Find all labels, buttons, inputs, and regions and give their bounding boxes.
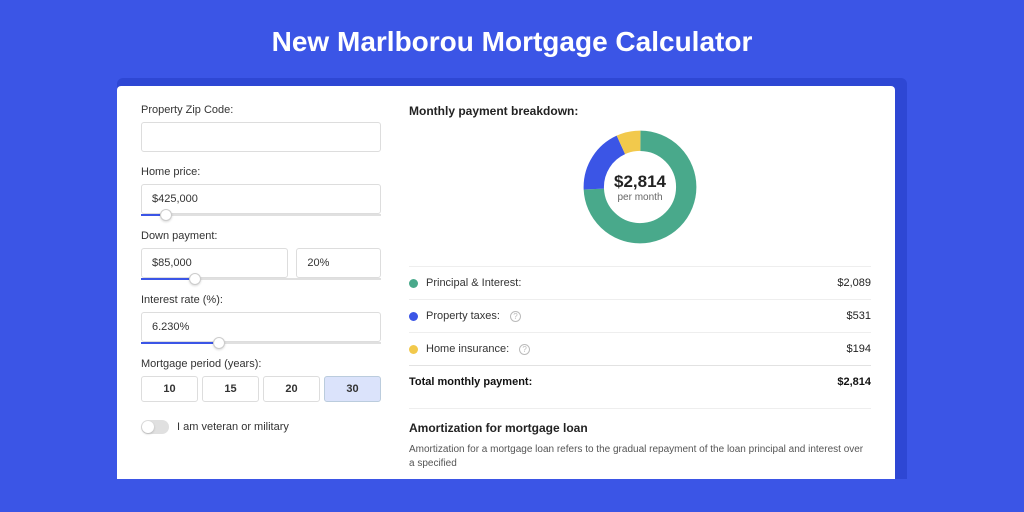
period-20-button[interactable]: 20 [263, 376, 320, 402]
info-icon[interactable]: ? [510, 311, 521, 322]
form-column: Property Zip Code: Home price: Down paym… [141, 104, 381, 471]
breakdown-column: Monthly payment breakdown: $2,814 per mo… [409, 104, 871, 471]
price-field: Home price: [141, 166, 381, 216]
down-field: Down payment: [141, 230, 381, 280]
down-label: Down payment: [141, 230, 381, 242]
rate-field: Interest rate (%): [141, 294, 381, 344]
legend-value-insurance: $194 [847, 343, 871, 355]
info-icon[interactable]: ? [519, 344, 530, 355]
dot-icon [409, 279, 418, 288]
legend-insurance: Home insurance: ? $194 [409, 332, 871, 365]
period-field: Mortgage period (years): 10 15 20 30 [141, 358, 381, 402]
down-amount-input[interactable] [141, 248, 288, 278]
legend-label-principal: Principal & Interest: [426, 277, 521, 289]
legend-label-total: Total monthly payment: [409, 376, 532, 388]
legend-principal: Principal & Interest: $2,089 [409, 266, 871, 299]
amortization-text: Amortization for a mortgage loan refers … [409, 443, 871, 471]
donut-center-amount: $2,814 [614, 172, 666, 192]
veteran-toggle[interactable] [141, 420, 169, 434]
legend-taxes: Property taxes: ? $531 [409, 299, 871, 332]
period-10-button[interactable]: 10 [141, 376, 198, 402]
zip-field: Property Zip Code: [141, 104, 381, 152]
donut-chart: $2,814 per month [579, 126, 701, 248]
rate-label: Interest rate (%): [141, 294, 381, 306]
calculator-card: Property Zip Code: Home price: Down paym… [117, 86, 895, 479]
veteran-row: I am veteran or military [141, 420, 381, 434]
down-slider[interactable] [141, 278, 381, 280]
page-title: New Marlborou Mortgage Calculator [0, 0, 1024, 78]
rate-slider[interactable] [141, 342, 381, 344]
donut-center-sub: per month [617, 192, 662, 203]
slider-thumb-icon[interactable] [189, 273, 201, 285]
price-slider[interactable] [141, 214, 381, 216]
amortization-section: Amortization for mortgage loan Amortizat… [409, 408, 871, 471]
legend-label-insurance: Home insurance: [426, 343, 509, 355]
price-input[interactable] [141, 184, 381, 214]
legend-label-taxes: Property taxes: [426, 310, 500, 322]
period-30-button[interactable]: 30 [324, 376, 381, 402]
breakdown-heading: Monthly payment breakdown: [409, 104, 871, 118]
legend-value-principal: $2,089 [837, 277, 871, 289]
legend-value-taxes: $531 [847, 310, 871, 322]
toggle-knob-icon [142, 421, 154, 433]
rate-input[interactable] [141, 312, 381, 342]
donut-chart-wrap: $2,814 per month [409, 126, 871, 248]
slider-thumb-icon[interactable] [160, 209, 172, 221]
amortization-heading: Amortization for mortgage loan [409, 421, 871, 435]
down-pct-input[interactable] [296, 248, 381, 278]
legend-value-total: $2,814 [837, 376, 871, 388]
dot-icon [409, 345, 418, 354]
period-label: Mortgage period (years): [141, 358, 381, 370]
period-15-button[interactable]: 15 [202, 376, 259, 402]
zip-input[interactable] [141, 122, 381, 152]
slider-thumb-icon[interactable] [213, 337, 225, 349]
legend-total: Total monthly payment: $2,814 [409, 365, 871, 398]
zip-label: Property Zip Code: [141, 104, 381, 116]
price-label: Home price: [141, 166, 381, 178]
dot-icon [409, 312, 418, 321]
veteran-label: I am veteran or military [177, 421, 289, 433]
card-shadow: Property Zip Code: Home price: Down paym… [117, 78, 907, 479]
